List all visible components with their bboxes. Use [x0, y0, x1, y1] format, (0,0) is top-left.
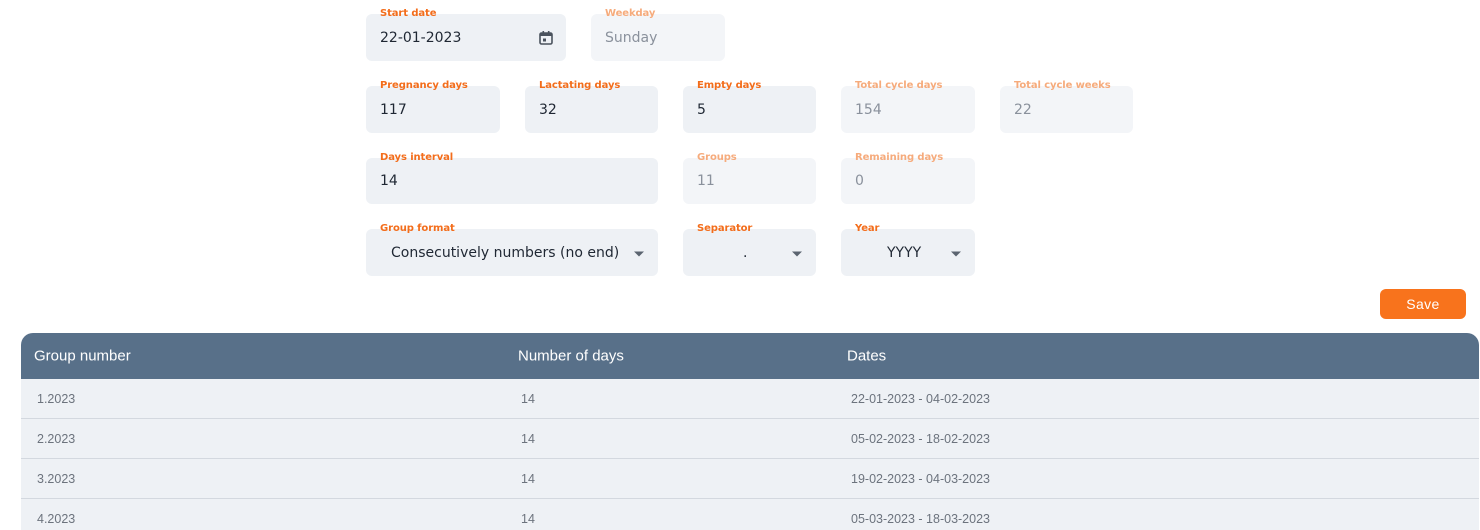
lactating-days-value[interactable]: 32	[539, 102, 557, 118]
cell-dates: 19-02-2023 - 04-03-2023	[851, 471, 990, 486]
column-header-number-of-days[interactable]: Number of days	[518, 348, 624, 365]
separator-label: Separator	[697, 223, 753, 234]
days-interval-value[interactable]: 14	[380, 173, 398, 189]
save-button[interactable]: Save	[1380, 289, 1466, 319]
calendar-icon[interactable]	[538, 30, 554, 46]
groups-field: Groups 11	[683, 152, 816, 204]
total-cycle-days-value: 154	[855, 101, 882, 118]
column-header-group-number[interactable]: Group number	[34, 348, 131, 365]
cell-dates: 22-01-2023 - 04-02-2023	[851, 391, 990, 406]
remaining-days-field: Remaining days 0	[841, 152, 975, 204]
total-cycle-days-label: Total cycle days	[855, 80, 943, 91]
empty-days-field[interactable]: Empty days 5	[683, 80, 816, 133]
cell-group: 1.2023	[37, 391, 76, 406]
pregnancy-days-value[interactable]: 117	[380, 102, 407, 118]
separator-value: .	[743, 244, 748, 261]
weekday-field: Weekday Sunday	[591, 8, 725, 61]
cell-days: 14	[521, 511, 535, 526]
weekday-label: Weekday	[605, 8, 656, 19]
groups-table: Group number Number of days Dates 1.2023…	[21, 333, 1479, 530]
pregnancy-days-label: Pregnancy days	[380, 80, 468, 91]
total-cycle-days-field: Total cycle days 154	[841, 80, 975, 133]
column-header-dates[interactable]: Dates	[847, 348, 886, 365]
year-select[interactable]: Year YYYY	[841, 223, 975, 276]
caret-down-icon[interactable]	[634, 251, 644, 256]
total-cycle-weeks-label: Total cycle weeks	[1014, 80, 1111, 91]
year-value: YYYY	[887, 244, 922, 261]
table-row[interactable]: 3.2023 14 19-02-2023 - 04-03-2023	[21, 459, 1479, 499]
group-format-value: Consecutively numbers (no end)	[391, 244, 620, 261]
lactating-days-label: Lactating days	[539, 80, 621, 91]
group-format-label: Group format	[380, 223, 455, 234]
lactating-days-field[interactable]: Lactating days 32	[525, 80, 658, 133]
cell-dates: 05-02-2023 - 18-02-2023	[851, 431, 990, 446]
total-cycle-weeks-field: Total cycle weeks 22	[1000, 80, 1133, 133]
start-date-label: Start date	[380, 8, 437, 19]
table-row[interactable]: 1.2023 14 22-01-2023 - 04-02-2023	[21, 379, 1479, 419]
weekday-value: Sunday	[605, 29, 658, 46]
cell-days: 14	[521, 471, 535, 486]
empty-days-value[interactable]: 5	[697, 102, 706, 118]
cell-group: 2.2023	[37, 431, 76, 446]
table-header: Group number Number of days Dates	[21, 333, 1479, 379]
separator-select[interactable]: Separator .	[683, 223, 816, 276]
caret-down-icon[interactable]	[792, 251, 802, 256]
remaining-days-label: Remaining days	[855, 152, 944, 163]
days-interval-label: Days interval	[380, 152, 454, 163]
pregnancy-days-field[interactable]: Pregnancy days 117	[366, 80, 500, 133]
table-row[interactable]: 2.2023 14 05-02-2023 - 18-02-2023	[21, 419, 1479, 459]
start-date-field[interactable]: Start date 22-01-2023	[366, 8, 566, 61]
group-format-select[interactable]: Group format Consecutively numbers (no e…	[366, 223, 658, 276]
cell-days: 14	[521, 391, 535, 406]
cell-dates: 05-03-2023 - 18-03-2023	[851, 511, 990, 526]
total-cycle-weeks-value: 22	[1014, 101, 1032, 118]
cell-group: 4.2023	[37, 511, 76, 526]
table-row[interactable]: 4.2023 14 05-03-2023 - 18-03-2023	[21, 499, 1479, 530]
year-label: Year	[855, 223, 880, 234]
groups-label: Groups	[697, 152, 737, 163]
empty-days-label: Empty days	[697, 80, 762, 91]
cell-days: 14	[521, 431, 535, 446]
remaining-days-value: 0	[855, 173, 864, 189]
days-interval-field[interactable]: Days interval 14	[366, 152, 658, 204]
start-date-value[interactable]: 22-01-2023	[380, 30, 461, 46]
groups-value: 11	[697, 173, 715, 189]
cell-group: 3.2023	[37, 471, 76, 486]
caret-down-icon[interactable]	[951, 251, 961, 256]
